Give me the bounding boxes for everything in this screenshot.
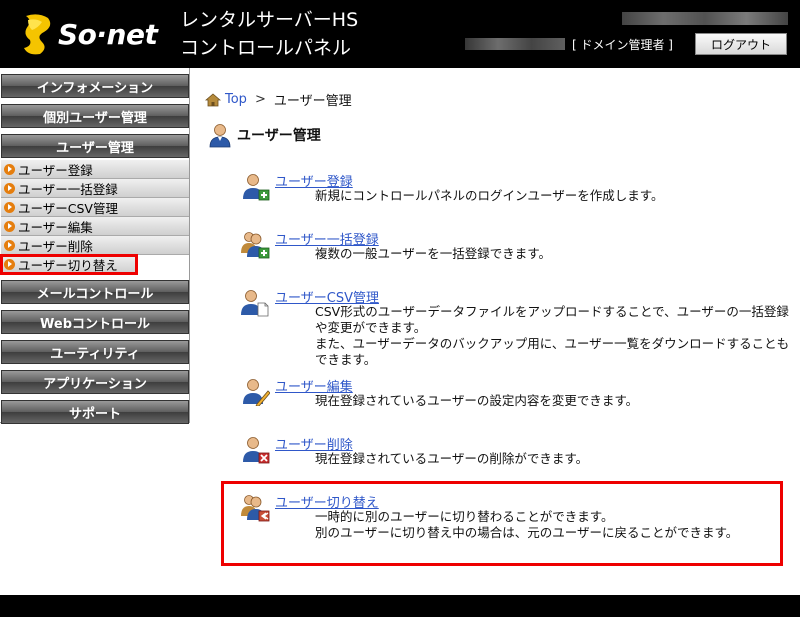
subnav-user-csv[interactable]: ユーザーCSV管理 bbox=[1, 198, 189, 217]
user-bulk-register-desc: 複数の一般ユーザーを一括登録できます。 bbox=[315, 246, 552, 261]
play-arrow-icon bbox=[4, 220, 15, 232]
subnav-user-edit[interactable]: ユーザー編集 bbox=[1, 217, 189, 236]
users-add-icon bbox=[241, 232, 270, 259]
breadcrumb-separator: > bbox=[254, 92, 266, 107]
user-management-submenu: ユーザー登録 ユーザー一括登録 ユーザーCSV管理 ユーザー編集 ユーザー削除 … bbox=[0, 160, 189, 275]
subnav-user-switch[interactable]: ユーザー切り替え bbox=[0, 254, 138, 275]
nav-user-management[interactable]: ユーザー管理 bbox=[1, 134, 189, 158]
menu-item-user-edit: ユーザー編集 現在登録されているユーザーの設定内容を変更できます。 bbox=[240, 376, 800, 416]
user-icon bbox=[209, 124, 231, 148]
nav-utility[interactable]: ユーティリティ bbox=[1, 340, 189, 364]
product-title-line1: レンタルサーバーHS bbox=[180, 9, 359, 31]
product-title-line2: コントロールパネル bbox=[180, 37, 352, 59]
subnav-label: ユーザー編集 bbox=[18, 219, 93, 235]
user-edit-desc: 現在登録されているユーザーの設定内容を変更できます。 bbox=[315, 393, 639, 408]
play-arrow-icon bbox=[4, 163, 15, 175]
menu-item-user-delete: ユーザー削除 現在登録されているユーザーの削除ができます。 bbox=[240, 434, 800, 474]
sidebar: インフォメーション 個別ユーザー管理 ユーザー管理 ユーザー登録 ユーザー一括登… bbox=[0, 68, 190, 424]
user-register-desc: 新規にコントロールパネルのログインユーザーを作成します。 bbox=[315, 188, 664, 203]
sonet-logo: So·net bbox=[18, 12, 158, 56]
subnav-label: ユーザー削除 bbox=[18, 238, 93, 254]
play-arrow-icon bbox=[4, 182, 15, 194]
menu-item-user-csv: ユーザーCSV管理 CSV形式のユーザーデータファイルをアップロードすることで、… bbox=[240, 287, 800, 367]
user-edit-icon bbox=[243, 379, 270, 406]
subnav-user-delete[interactable]: ユーザー削除 bbox=[1, 236, 189, 255]
play-arrow-icon bbox=[4, 201, 15, 213]
subnav-label: ユーザー一括登録 bbox=[18, 181, 118, 197]
nav-web-control[interactable]: Webコントロール bbox=[1, 310, 189, 334]
footer-bar bbox=[0, 595, 800, 617]
menu-item-user-bulk-register: ユーザー一括登録 複数の一般ユーザーを一括登録できます。 bbox=[240, 229, 800, 269]
nav-support[interactable]: サポート bbox=[1, 400, 189, 424]
user-csv-desc-line2: また、ユーザーデータのバックアップ用に、ユーザー一覧をダウンロードすることもでき… bbox=[315, 336, 790, 367]
subnav-user-bulk-register[interactable]: ユーザー一括登録 bbox=[1, 179, 189, 198]
menu-item-user-switch: ユーザー切り替え 一時的に別のユーザーに切り替わることができます。 別のユーザー… bbox=[240, 492, 800, 552]
nav-individual-user[interactable]: 個別ユーザー管理 bbox=[1, 104, 189, 128]
breadcrumb: Top > ユーザー管理 bbox=[205, 90, 352, 109]
play-arrow-icon bbox=[4, 258, 15, 270]
page-title: ユーザー管理 bbox=[207, 122, 321, 148]
logout-button[interactable]: ログアウト bbox=[695, 33, 787, 55]
menu-item-user-register: ユーザー登録 新規にコントロールパネルのログインユーザーを作成します。 bbox=[240, 171, 800, 211]
play-arrow-icon bbox=[4, 239, 15, 251]
user-csv-desc-line1: CSV形式のユーザーデータファイルをアップロードすることで、ユーザーの一括登録や… bbox=[315, 304, 789, 335]
home-icon bbox=[205, 92, 221, 106]
breadcrumb-current: ユーザー管理 bbox=[273, 94, 352, 109]
nav-information[interactable]: インフォメーション bbox=[1, 74, 189, 98]
sonet-logo-icon bbox=[24, 14, 51, 55]
header-bar: So·net レンタルサーバーHS コントロールパネル [ ドメイン管理者 ] … bbox=[0, 0, 800, 68]
logo-text: So·net bbox=[58, 17, 158, 51]
blurred-username bbox=[465, 38, 565, 50]
user-csv-icon bbox=[241, 290, 269, 317]
user-switch-desc-line2: 別のユーザーに切り替え中の場合は、元のユーザーに戻ることができます。 bbox=[315, 525, 739, 540]
user-switch-icon bbox=[241, 495, 270, 522]
nav-application[interactable]: アプリケーション bbox=[1, 370, 189, 394]
user-add-icon bbox=[243, 174, 270, 201]
user-switch-desc: 一時的に別のユーザーに切り替わることができます。 別のユーザーに切り替え中の場合… bbox=[315, 509, 795, 541]
breadcrumb-top-link[interactable]: Top bbox=[225, 92, 247, 107]
user-csv-desc: CSV形式のユーザーデータファイルをアップロードすることで、ユーザーの一括登録や… bbox=[315, 304, 795, 368]
nav-mail-control[interactable]: メールコントロール bbox=[1, 280, 189, 304]
blurred-domain bbox=[622, 12, 788, 25]
subnav-label: ユーザーCSV管理 bbox=[18, 200, 118, 216]
user-delete-desc: 現在登録されているユーザーの削除ができます。 bbox=[315, 451, 589, 466]
subnav-label: ユーザー切り替え bbox=[18, 257, 118, 273]
page-title-text: ユーザー管理 bbox=[237, 128, 321, 144]
subnav-user-register[interactable]: ユーザー登録 bbox=[1, 160, 189, 179]
product-title: レンタルサーバーHS コントロールパネル bbox=[180, 6, 358, 62]
user-switch-desc-line1: 一時的に別のユーザーに切り替わることができます。 bbox=[315, 509, 614, 524]
subnav-label: ユーザー登録 bbox=[18, 162, 93, 178]
user-delete-icon bbox=[243, 437, 270, 464]
role-label: [ ドメイン管理者 ] bbox=[572, 38, 673, 52]
